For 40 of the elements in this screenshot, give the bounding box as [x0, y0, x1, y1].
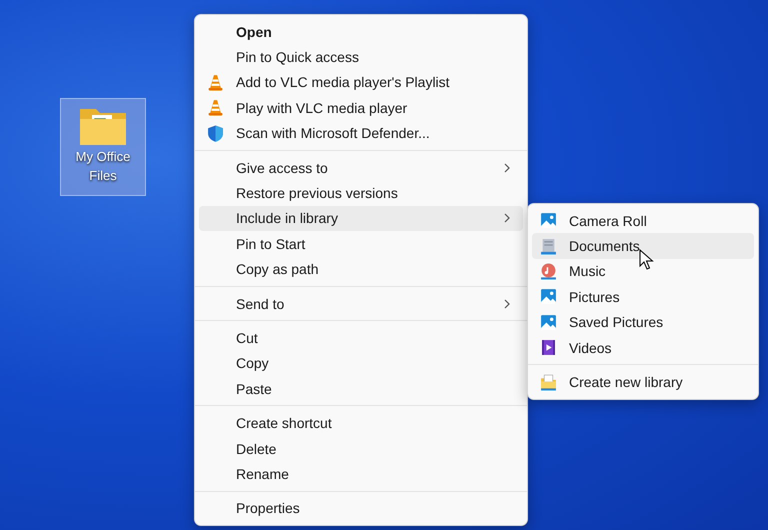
menu-item[interactable]: Restore previous versions	[199, 180, 523, 206]
menu-item[interactable]: Rename	[199, 461, 523, 487]
picture-icon	[540, 212, 557, 230]
traffic-cone-icon	[207, 99, 224, 116]
folder-icon	[540, 374, 557, 391]
menu-item[interactable]: Create shortcut	[199, 410, 523, 436]
video-icon	[540, 339, 557, 356]
menu-item[interactable]: Create new library	[532, 369, 754, 395]
chevron-right-icon	[503, 298, 511, 309]
shield-icon	[207, 124, 224, 142]
menu-item[interactable]: Pictures	[532, 284, 754, 310]
menu-item[interactable]: Play with VLC media player	[199, 95, 523, 121]
menu-item[interactable]: Add to VLC media player's Playlist	[199, 70, 523, 96]
menu-item[interactable]: Copy	[199, 350, 523, 376]
menu-item[interactable]: Delete	[199, 436, 523, 462]
menu-item[interactable]: Saved Pictures	[532, 310, 754, 335]
picture-icon	[540, 288, 557, 306]
document-icon	[540, 238, 557, 255]
menu-item[interactable]: Music	[532, 258, 754, 284]
picture-icon	[540, 314, 557, 331]
folder-label: My Office Files	[74, 148, 132, 185]
menu-item[interactable]: Camera Roll	[532, 208, 754, 234]
menu-item[interactable]: Documents	[532, 233, 754, 259]
menu-item[interactable]: Paste	[199, 376, 523, 402]
menu-item[interactable]: Cut	[199, 325, 523, 351]
mouse-pointer-icon	[639, 249, 655, 271]
menu-item[interactable]: Open	[199, 19, 523, 44]
menu-item[interactable]: Give access to	[199, 154, 523, 180]
menu-item[interactable]: Include in library	[199, 206, 523, 232]
menu-item[interactable]: Copy as path	[199, 256, 523, 282]
menu-item[interactable]: Pin to Start	[199, 231, 523, 257]
menu-item[interactable]: Scan with Microsoft Defender...	[199, 120, 523, 146]
menu-item[interactable]: Videos	[532, 334, 754, 360]
chevron-right-icon	[503, 213, 511, 224]
music-disc-icon	[540, 262, 557, 280]
chevron-right-icon	[503, 162, 511, 173]
menu-item[interactable]: Send to	[199, 290, 523, 316]
menu-item[interactable]: Properties	[199, 496, 523, 522]
menu-item[interactable]: Pin to Quick access	[199, 44, 523, 70]
traffic-cone-icon	[207, 74, 224, 91]
